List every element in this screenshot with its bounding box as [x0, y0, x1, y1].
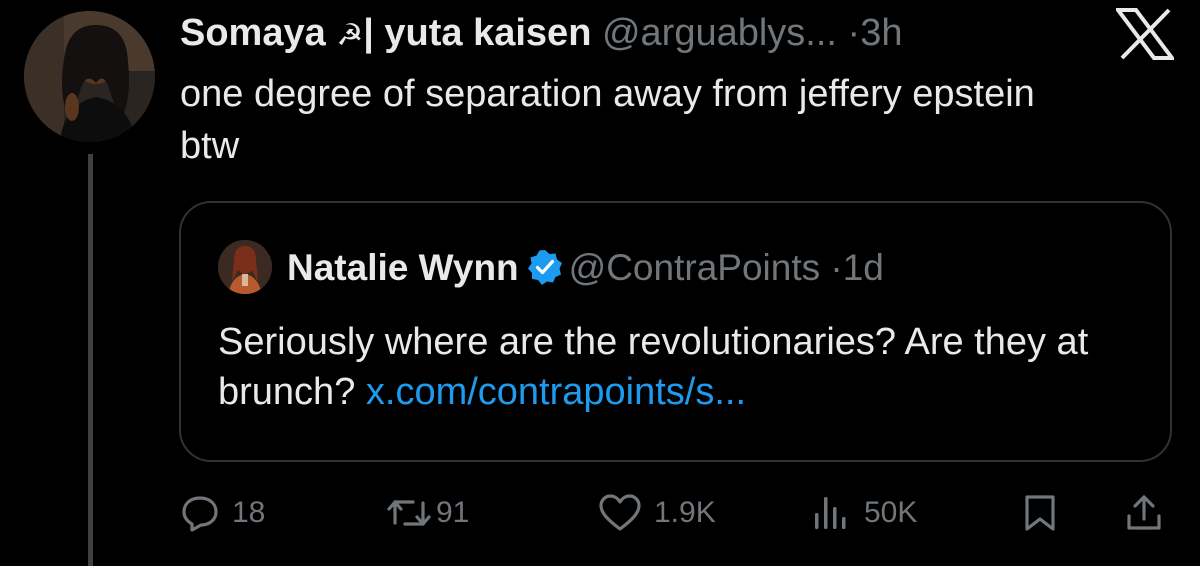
bookmark-icon — [1025, 495, 1055, 531]
reply-button[interactable]: 18 — [180, 493, 265, 533]
x-logo-icon — [1114, 8, 1176, 60]
tweet-header: Somaya ☭| yuta kaisen @arguablys... ·3h — [180, 8, 902, 61]
quoted-author-avatar-image — [218, 240, 272, 294]
share-icon — [1127, 495, 1161, 530]
reply-count: 18 — [232, 496, 266, 529]
like-button[interactable]: 1.9K — [598, 493, 716, 533]
author-avatar[interactable] — [24, 11, 155, 142]
tweet-text: one degree of separation away from jeffe… — [180, 73, 1035, 167]
quoted-author-handle[interactable]: @ContraPoints — [569, 247, 820, 288]
repost-icon — [387, 500, 431, 526]
author-name[interactable]: Somaya — [180, 12, 326, 54]
repost-button[interactable]: 91 — [386, 493, 469, 533]
repost-count: 91 — [436, 496, 470, 529]
quoted-header-separator: · — [830, 247, 843, 288]
verified-badge-icon — [527, 250, 562, 285]
reply-icon — [182, 496, 218, 532]
heart-icon — [599, 494, 641, 531]
share-button[interactable] — [1124, 493, 1164, 533]
views-count: 50K — [864, 496, 918, 529]
bookmark-button[interactable] — [1020, 493, 1060, 533]
quoted-tweet-text: Seriously where are the revolutionaries?… — [218, 317, 1138, 417]
quoted-tweet-timestamp[interactable]: 1d — [843, 247, 884, 288]
views-button[interactable]: 50K — [812, 493, 917, 533]
views-icon — [815, 497, 846, 529]
like-count: 1.9K — [654, 496, 716, 529]
author-name-suffix[interactable]: | yuta kaisen — [363, 12, 591, 54]
quoted-author-name[interactable]: Natalie Wynn — [287, 247, 519, 288]
tweet-timestamp[interactable]: 3h — [860, 12, 902, 54]
quoted-tweet-link[interactable]: x.com/contrapoints/s... — [366, 371, 746, 413]
thread-line — [88, 154, 93, 566]
quoted-author-avatar[interactable] — [218, 240, 272, 294]
quoted-tweet-header: Natalie Wynn @ContraPoints ·1d — [287, 244, 884, 292]
hammer-sickle-emoji: ☭ — [336, 19, 364, 52]
author-avatar-image — [24, 11, 155, 142]
header-separator: · — [847, 12, 861, 54]
author-handle[interactable]: @arguablys... — [602, 12, 837, 54]
